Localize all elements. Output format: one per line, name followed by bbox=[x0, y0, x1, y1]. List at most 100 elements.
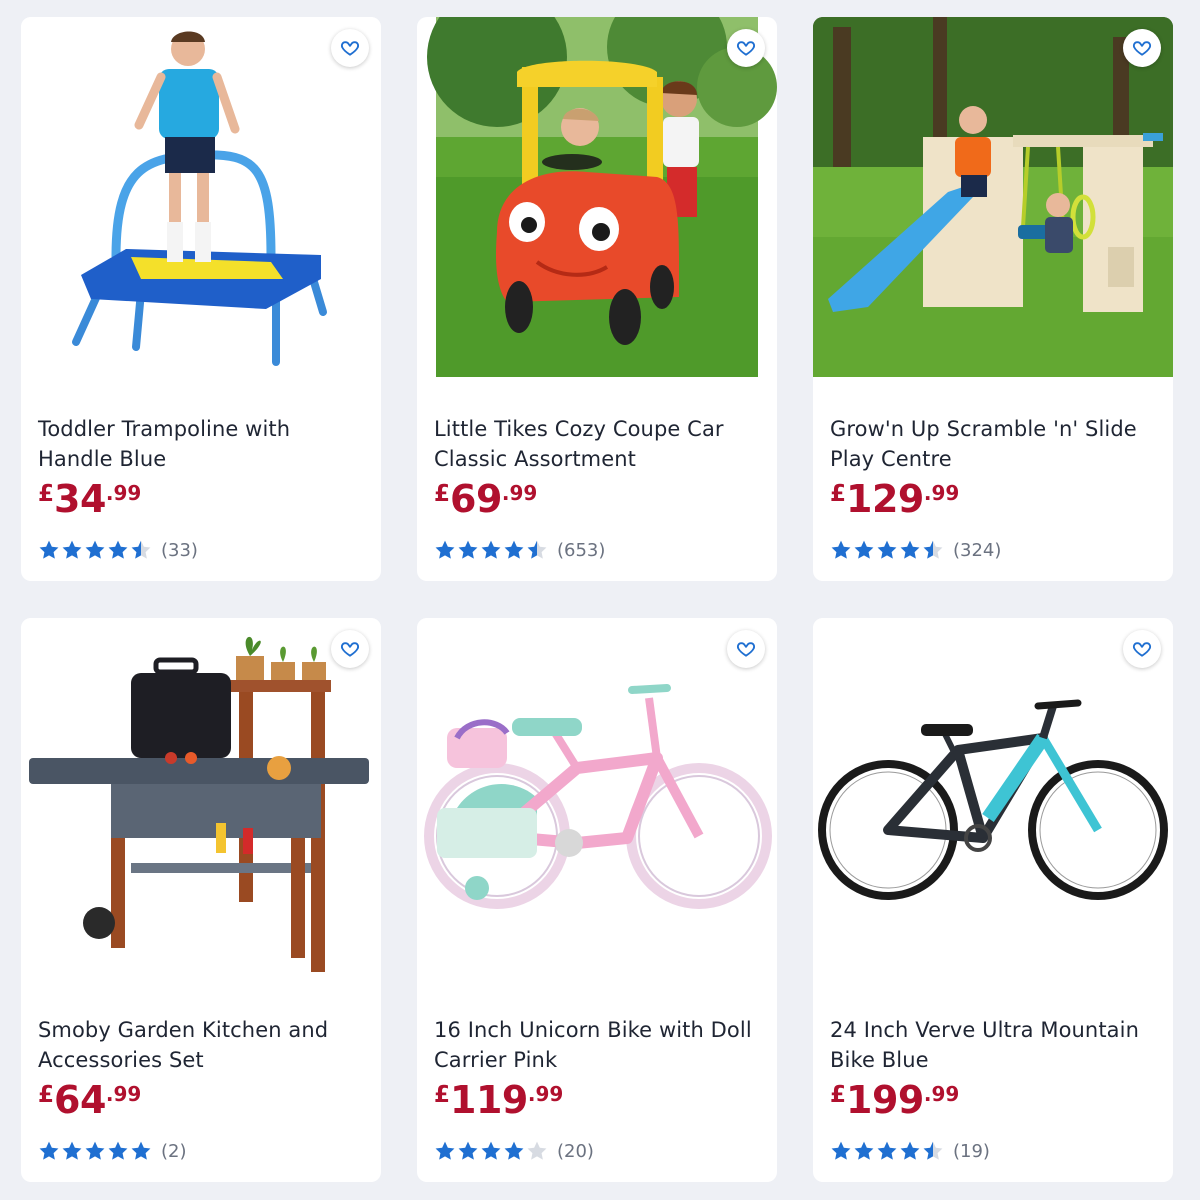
star-icon bbox=[900, 1141, 920, 1160]
price-main: 129 bbox=[846, 477, 924, 521]
star-icon bbox=[131, 540, 151, 559]
star-icon bbox=[458, 1141, 478, 1160]
product-card[interactable]: Smoby Garden Kitchen and Accessories Set… bbox=[21, 618, 381, 1182]
star-icon bbox=[108, 540, 128, 559]
heart-outline-icon bbox=[1132, 639, 1152, 659]
price-main: 64 bbox=[54, 1078, 106, 1122]
product-image-play-centre[interactable] bbox=[813, 17, 1173, 377]
star-icon bbox=[527, 540, 547, 559]
star-icon bbox=[831, 540, 851, 559]
heart-outline-icon bbox=[1132, 38, 1152, 58]
star-icon bbox=[39, 1141, 59, 1160]
product-card[interactable]: Grow'n Up Scramble 'n' Slide Play Centre… bbox=[813, 17, 1173, 581]
star-icon bbox=[481, 1141, 501, 1160]
review-count: (33) bbox=[161, 539, 198, 561]
price-decimals: .99 bbox=[527, 1082, 564, 1106]
price-currency: £ bbox=[38, 481, 55, 507]
price-main: 34 bbox=[54, 477, 106, 521]
review-count: (653) bbox=[557, 539, 606, 561]
star-icon bbox=[831, 1141, 851, 1160]
rating-stars bbox=[38, 1140, 153, 1162]
star-icon bbox=[85, 1141, 105, 1160]
rating-stars bbox=[830, 539, 945, 561]
star-icon bbox=[877, 1141, 897, 1160]
price-decimals: .99 bbox=[105, 481, 142, 505]
star-icon bbox=[62, 540, 82, 559]
product-title[interactable]: 24 Inch Verve Ultra Mountain Bike Blue bbox=[830, 1015, 1160, 1075]
product-rating[interactable]: (2) bbox=[38, 1138, 187, 1164]
price-currency: £ bbox=[830, 1082, 847, 1108]
product-image-garden-kitchen[interactable] bbox=[21, 618, 381, 978]
product-price: £119.99 bbox=[434, 1081, 563, 1119]
star-icon bbox=[481, 540, 501, 559]
star-icon bbox=[62, 1141, 82, 1160]
product-price: £129.99 bbox=[830, 480, 959, 518]
star-icon bbox=[39, 540, 59, 559]
review-count: (20) bbox=[557, 1140, 594, 1162]
product-card[interactable]: 16 Inch Unicorn Bike with Doll Carrier P… bbox=[417, 618, 777, 1182]
product-title[interactable]: Smoby Garden Kitchen and Accessories Set bbox=[38, 1015, 368, 1075]
heart-outline-icon bbox=[736, 38, 756, 58]
star-icon bbox=[504, 540, 524, 559]
rating-stars bbox=[38, 539, 153, 561]
star-icon bbox=[504, 1141, 524, 1160]
star-icon bbox=[854, 540, 874, 559]
product-title[interactable]: Little Tikes Cozy Coupe Car Classic Asso… bbox=[434, 414, 764, 474]
product-rating[interactable]: (324) bbox=[830, 537, 1001, 563]
rating-stars bbox=[434, 539, 549, 561]
star-icon bbox=[923, 1141, 943, 1160]
wishlist-button[interactable] bbox=[331, 29, 369, 67]
heart-outline-icon bbox=[340, 38, 360, 58]
star-icon bbox=[900, 540, 920, 559]
product-card[interactable]: Little Tikes Cozy Coupe Car Classic Asso… bbox=[417, 17, 777, 581]
product-grid: Toddler Trampoline with Handle Blue £34.… bbox=[0, 0, 1200, 1200]
heart-outline-icon bbox=[340, 639, 360, 659]
wishlist-button[interactable] bbox=[727, 29, 765, 67]
star-icon bbox=[131, 1141, 151, 1160]
star-icon bbox=[458, 540, 478, 559]
product-price: £34.99 bbox=[38, 480, 141, 518]
product-image-mountain-bike[interactable] bbox=[813, 618, 1173, 978]
star-icon bbox=[527, 1141, 547, 1160]
price-currency: £ bbox=[38, 1082, 55, 1108]
product-title[interactable]: 16 Inch Unicorn Bike with Doll Carrier P… bbox=[434, 1015, 764, 1075]
price-decimals: .99 bbox=[923, 1082, 960, 1106]
product-image-trampoline[interactable] bbox=[21, 17, 381, 377]
review-count: (324) bbox=[953, 539, 1002, 561]
wishlist-button[interactable] bbox=[727, 630, 765, 668]
price-decimals: .99 bbox=[105, 1082, 142, 1106]
product-rating[interactable]: (33) bbox=[38, 537, 198, 563]
product-rating[interactable]: (653) bbox=[434, 537, 605, 563]
price-currency: £ bbox=[830, 481, 847, 507]
product-card[interactable]: 24 Inch Verve Ultra Mountain Bike Blue £… bbox=[813, 618, 1173, 1182]
product-rating[interactable]: (20) bbox=[434, 1138, 594, 1164]
star-icon bbox=[923, 540, 943, 559]
product-price: £69.99 bbox=[434, 480, 537, 518]
star-icon bbox=[435, 540, 455, 559]
review-count: (2) bbox=[161, 1140, 187, 1162]
star-icon bbox=[854, 1141, 874, 1160]
price-main: 69 bbox=[450, 477, 502, 521]
star-icon bbox=[85, 540, 105, 559]
star-icon bbox=[108, 1141, 128, 1160]
price-decimals: .99 bbox=[501, 481, 538, 505]
product-image-cozy-coupe[interactable] bbox=[417, 17, 777, 377]
wishlist-button[interactable] bbox=[1123, 29, 1161, 67]
star-icon bbox=[877, 540, 897, 559]
product-rating[interactable]: (19) bbox=[830, 1138, 990, 1164]
product-price: £64.99 bbox=[38, 1081, 141, 1119]
heart-outline-icon bbox=[736, 639, 756, 659]
wishlist-button[interactable] bbox=[1123, 630, 1161, 668]
rating-stars bbox=[434, 1140, 549, 1162]
product-title[interactable]: Grow'n Up Scramble 'n' Slide Play Centre bbox=[830, 414, 1160, 474]
review-count: (19) bbox=[953, 1140, 990, 1162]
product-image-unicorn-bike[interactable] bbox=[417, 618, 777, 978]
price-main: 199 bbox=[846, 1078, 924, 1122]
wishlist-button[interactable] bbox=[331, 630, 369, 668]
price-currency: £ bbox=[434, 481, 451, 507]
product-price: £199.99 bbox=[830, 1081, 959, 1119]
product-card[interactable]: Toddler Trampoline with Handle Blue £34.… bbox=[21, 17, 381, 581]
product-title[interactable]: Toddler Trampoline with Handle Blue bbox=[38, 414, 368, 474]
price-decimals: .99 bbox=[923, 481, 960, 505]
rating-stars bbox=[830, 1140, 945, 1162]
